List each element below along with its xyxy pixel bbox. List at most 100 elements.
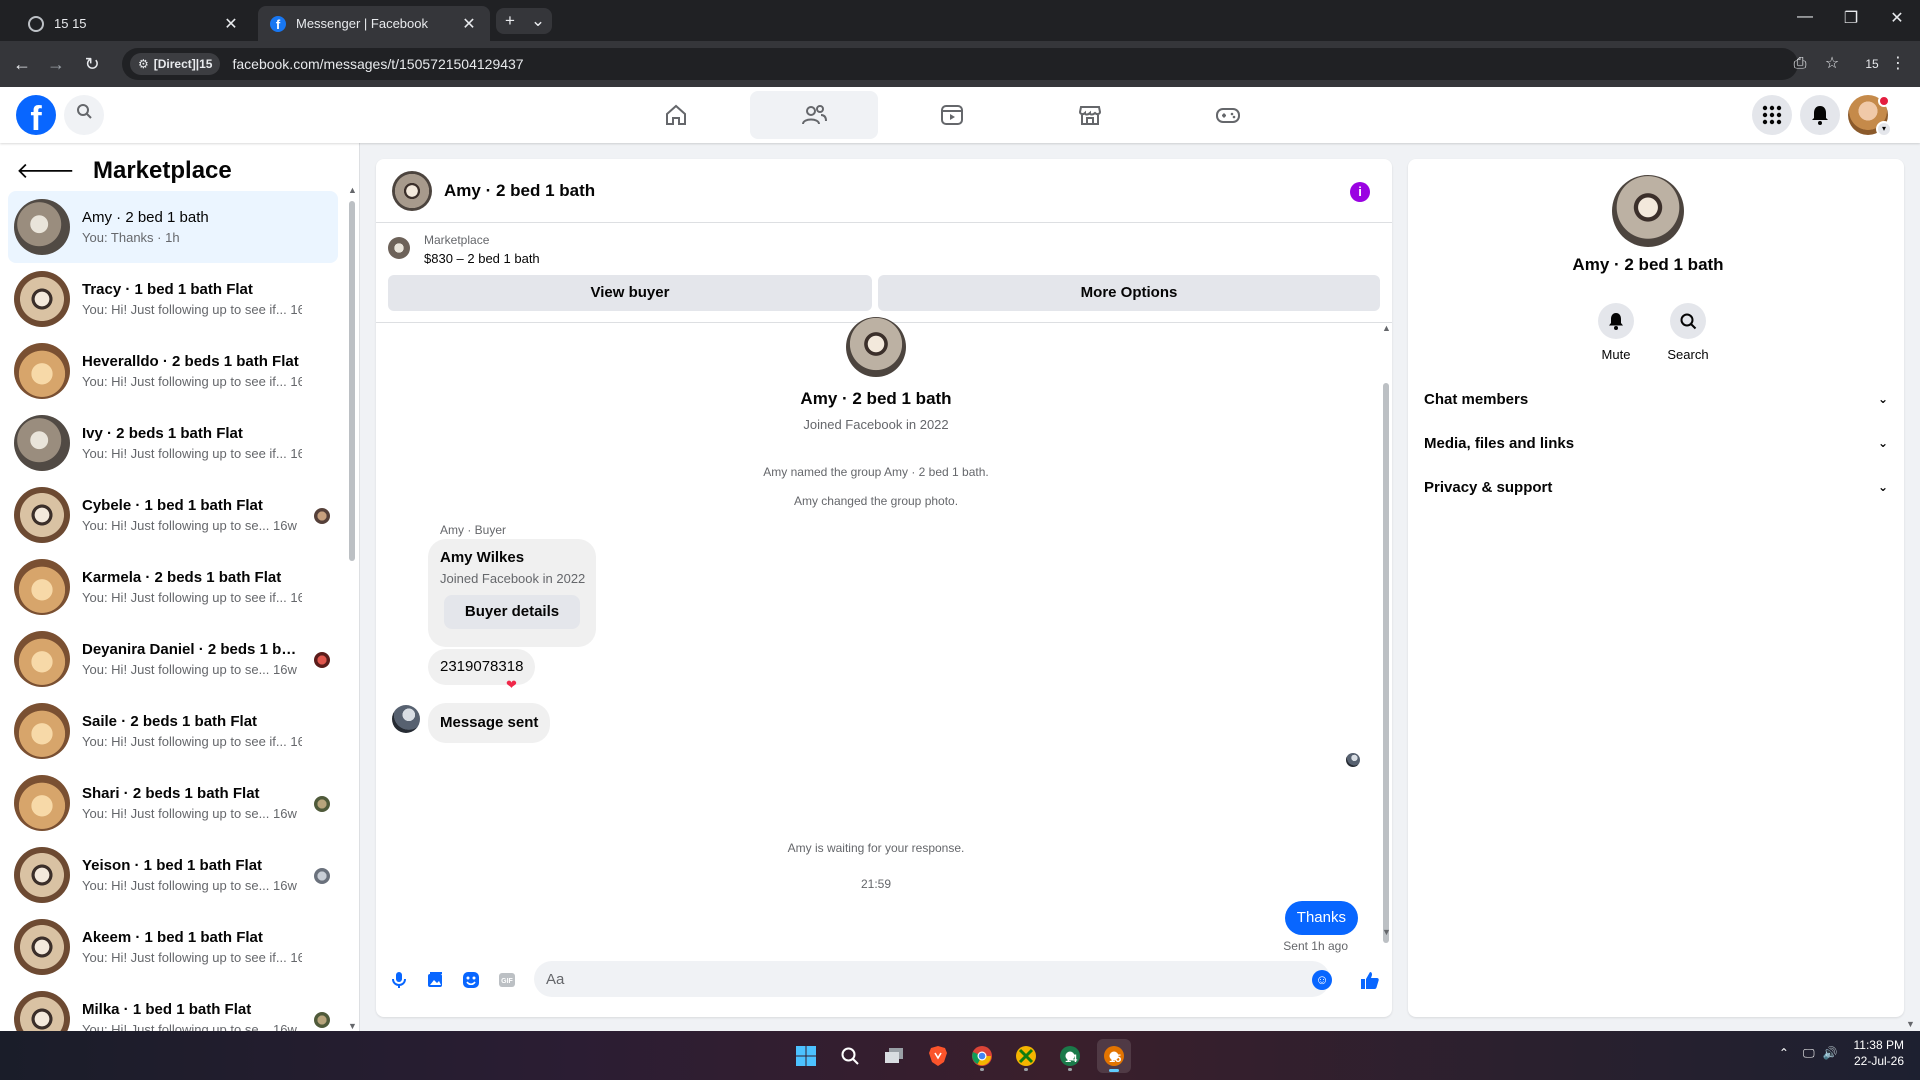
mute-button[interactable]: Mute — [1586, 303, 1646, 362]
buyer-details-button[interactable]: Buyer details — [444, 595, 580, 629]
conversation-item[interactable]: Yeison · 1 bed 1 bath Flat You: Hi! Just… — [8, 839, 338, 911]
tray-overflow-chevron-icon[interactable]: ⌃ — [1779, 1046, 1789, 1060]
browser-menu-icon[interactable]: ⋮ — [1884, 50, 1912, 78]
back-arrow-icon[interactable]: 🡐 — [16, 158, 75, 184]
conversation-item[interactable]: Deyanira Daniel · 2 beds 1 bat... You: H… — [8, 623, 338, 695]
my-message-bubble[interactable]: Thanks — [1284, 901, 1358, 935]
menu-grid-icon[interactable] — [1752, 95, 1792, 135]
scrollbar-thumb[interactable] — [1383, 383, 1389, 943]
chat-members-section[interactable]: Chat members ⌄ — [1424, 377, 1888, 421]
conversation-item[interactable]: Heveralldo · 2 beds 1 bath Flat You: Hi!… — [8, 335, 338, 407]
conversation-item[interactable]: Cybele · 1 bed 1 bath Flat You: Hi! Just… — [8, 479, 338, 551]
close-window-icon[interactable]: ✕ — [1874, 8, 1920, 28]
search-in-chat-button[interactable]: Search — [1658, 303, 1718, 362]
chrome-profile-15-icon[interactable]: 15 — [1097, 1039, 1131, 1073]
volume-icon[interactable]: 🔊 — [1823, 1046, 1838, 1060]
gaming-icon[interactable] — [1164, 91, 1292, 139]
account-avatar[interactable]: ▾ — [1848, 95, 1892, 137]
chat-title[interactable]: Amy · 2 bed 1 bath — [444, 181, 595, 201]
start-icon[interactable] — [789, 1039, 823, 1073]
new-tab-icon[interactable]: + — [496, 8, 524, 34]
info-icon[interactable]: i — [1350, 182, 1370, 202]
conversation-item[interactable]: Saile · 2 beds 1 bath Flat You: Hi! Just… — [8, 695, 338, 767]
conversation-item[interactable]: Karmela · 2 beds 1 bath Flat You: Hi! Ju… — [8, 551, 338, 623]
gif-icon[interactable]: GIF — [496, 969, 518, 991]
message-input[interactable] — [534, 961, 1330, 997]
chat-avatar[interactable] — [392, 170, 432, 211]
marketplace-icon[interactable] — [1026, 91, 1154, 139]
close-tab-icon[interactable]: ✕ — [460, 14, 478, 34]
photo-icon[interactable] — [424, 969, 446, 991]
facebook-logo[interactable]: f — [16, 95, 56, 135]
view-buyer-button[interactable]: View buyer — [388, 275, 872, 311]
sidebar-scrollbar[interactable]: ▲ ▼ — [348, 185, 357, 1031]
browser-tab[interactable]: 15 15 ✕ — [16, 6, 252, 41]
scroll-up-icon[interactable]: ▲ — [348, 185, 357, 195]
conversation-item[interactable]: Amy · 2 bed 1 bath You: Thanks · 1h — [8, 191, 338, 263]
address-bar[interactable]: ⚙ [Direct]|15 facebook.com/messages/t/15… — [122, 48, 1798, 80]
scrollbar-thumb[interactable] — [349, 201, 355, 561]
site-info-chip[interactable]: ⚙ [Direct]|15 — [130, 53, 221, 75]
brave-browser-icon[interactable] — [921, 1039, 955, 1073]
xbox-app-icon[interactable] — [1009, 1039, 1043, 1073]
taskbar-clock[interactable]: 11:38 PM 22-Jul-26 — [1854, 1037, 1904, 1069]
sidebar-title: Marketplace — [93, 157, 232, 184]
chevron-down-icon: ⌄ — [1877, 436, 1888, 450]
notifications-bell-icon[interactable] — [1800, 95, 1840, 135]
sticker-icon[interactable] — [460, 969, 482, 991]
microphone-icon[interactable] — [388, 969, 410, 991]
conversation-item[interactable]: Tracy · 1 bed 1 bath Flat You: Hi! Just … — [8, 263, 338, 335]
thumbs-up-icon[interactable] — [1359, 969, 1381, 991]
tab-search-chevron-icon[interactable]: ⌄ — [524, 8, 552, 34]
browser-tab-active[interactable]: f Messenger | Facebook ✕ — [258, 6, 490, 41]
heart-reaction-icon[interactable]: ❤ — [506, 677, 517, 693]
network-icon[interactable]: 🖵 — [1803, 1046, 1815, 1061]
chrome-icon[interactable] — [965, 1039, 999, 1073]
back-icon[interactable]: ← — [8, 50, 36, 78]
message-bubble[interactable]: Message sent — [428, 703, 551, 743]
close-tab-icon[interactable]: ✕ — [222, 14, 240, 34]
conversation-name: Cybele · 1 bed 1 bath Flat — [82, 497, 263, 514]
conversation-name: Ivy · 2 beds 1 bath Flat — [82, 425, 243, 442]
video-icon[interactable] — [888, 91, 1016, 139]
home-icon[interactable] — [612, 91, 740, 139]
minimize-icon[interactable]: — — [1782, 8, 1828, 26]
page-scroll-down-icon[interactable]: ▼ — [1906, 1019, 1915, 1029]
conversation-item[interactable]: Milka · 1 bed 1 bath Flat You: Hi! Just … — [8, 983, 338, 1031]
url-text[interactable]: facebook.com/messages/t/1505721504129437 — [232, 56, 523, 72]
conversation-name: Tracy · 1 bed 1 bath Flat — [82, 281, 253, 298]
taskbar-search-icon[interactable] — [833, 1039, 867, 1073]
more-options-button[interactable]: More Options — [878, 275, 1380, 311]
details-avatar[interactable] — [1612, 175, 1684, 247]
bookmark-star-icon[interactable]: ☆ — [1818, 50, 1846, 78]
tune-icon: ⚙ — [138, 57, 149, 71]
friends-icon[interactable] — [750, 91, 878, 139]
conversation-avatar — [14, 991, 70, 1031]
privacy-support-section[interactable]: Privacy & support ⌄ — [1424, 465, 1888, 509]
scroll-down-icon[interactable]: ▼ — [1382, 927, 1391, 937]
task-view-icon[interactable] — [877, 1039, 911, 1073]
message-bubble[interactable]: 2319078318 — [428, 649, 536, 685]
conversation-avatar — [14, 703, 70, 759]
profile-badge[interactable]: 15 — [1858, 50, 1886, 78]
conversation-item[interactable]: Akeem · 1 bed 1 bath Flat You: Hi! Just … — [8, 911, 338, 983]
scroll-down-icon[interactable]: ▼ — [348, 1021, 357, 1031]
thread-scrollbar[interactable]: ▲ ▼ — [1380, 323, 1392, 943]
conversation-avatar — [14, 775, 70, 831]
forward-icon[interactable]: → — [42, 50, 70, 78]
conversation-avatar — [14, 487, 70, 543]
emoji-icon[interactable]: ☺ — [1312, 970, 1332, 990]
conversation-name: Heveralldo · 2 beds 1 bath Flat — [82, 353, 299, 370]
conversation-item[interactable]: Ivy · 2 beds 1 bath Flat You: Hi! Just f… — [8, 407, 338, 479]
search-icon[interactable] — [64, 95, 104, 135]
reload-icon[interactable]: ↻ — [78, 50, 106, 78]
conversation-preview: You: Hi! Just following up to see if... … — [82, 302, 302, 317]
media-files-links-section[interactable]: Media, files and links ⌄ — [1424, 421, 1888, 465]
section-label: Chat members — [1424, 390, 1529, 408]
sender-avatar[interactable] — [392, 705, 420, 733]
scroll-up-icon[interactable]: ▲ — [1382, 323, 1391, 333]
install-app-icon[interactable]: ⎙ — [1786, 50, 1814, 78]
conversation-item[interactable]: Shari · 2 beds 1 bath Flat You: Hi! Just… — [8, 767, 338, 839]
chrome-profile-14-icon[interactable]: 14 — [1053, 1039, 1087, 1073]
restore-icon[interactable]: ❐ — [1828, 8, 1874, 28]
